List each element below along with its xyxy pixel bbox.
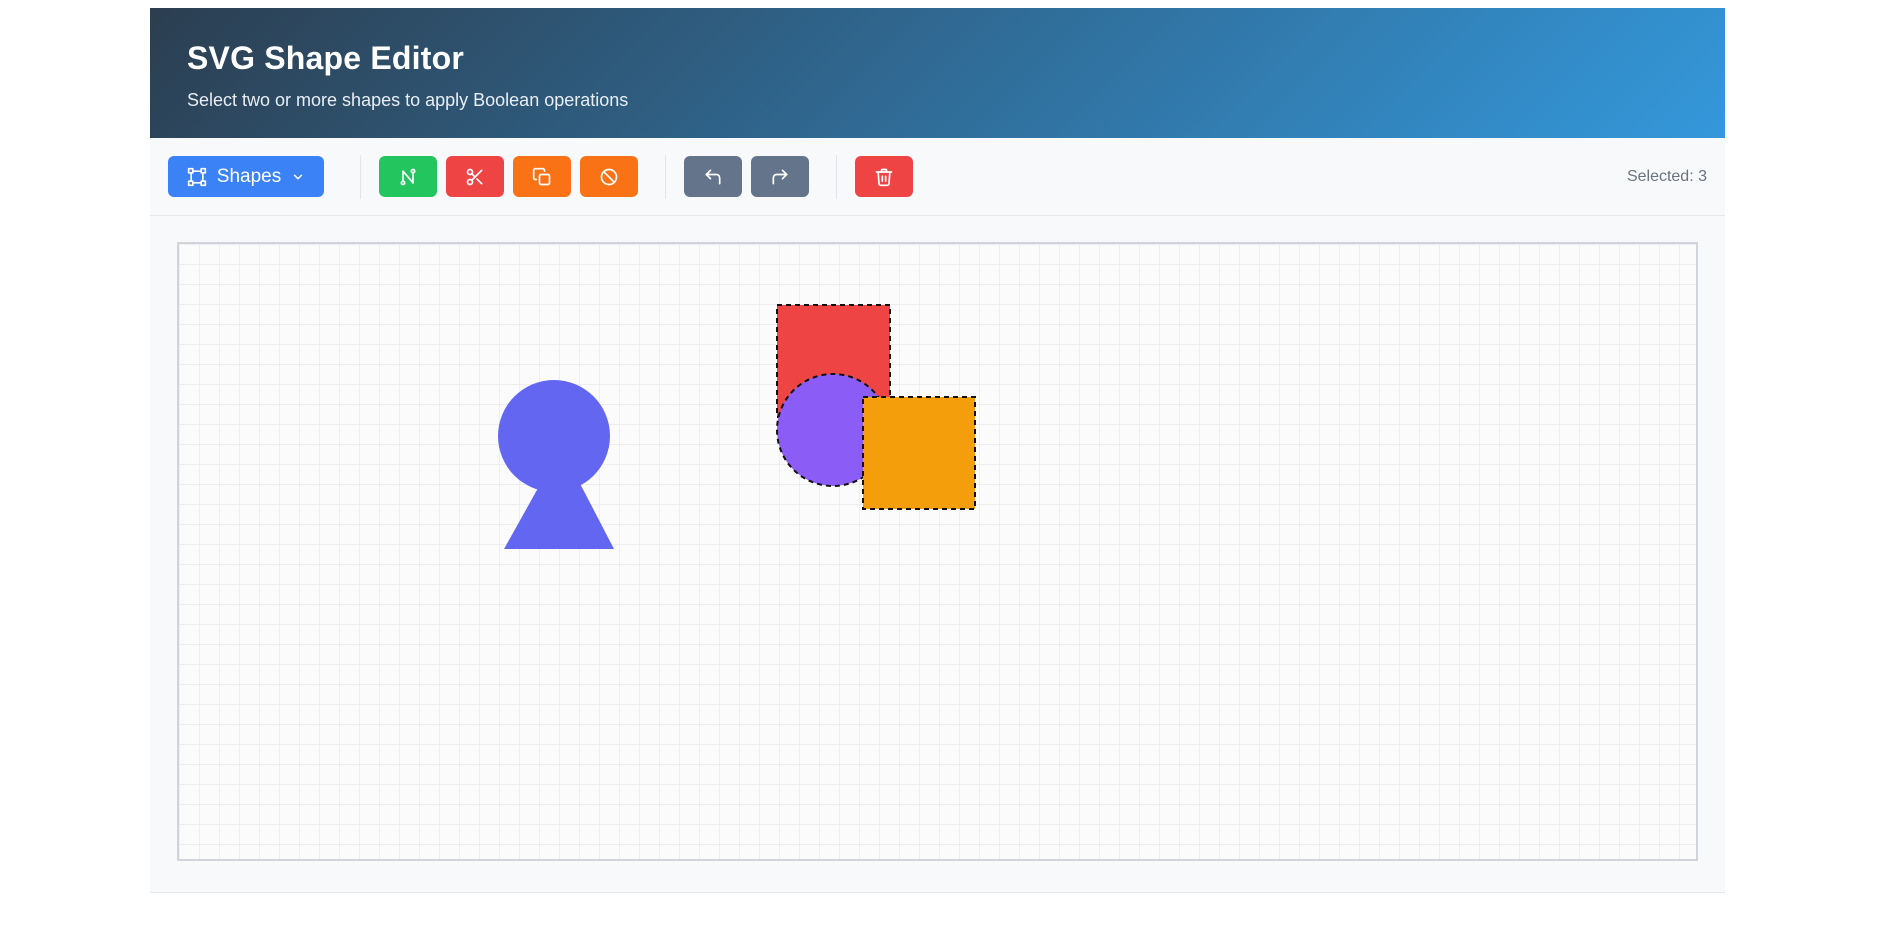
circle-slash-icon	[600, 168, 618, 185]
orange-rect-shape[interactable]	[862, 396, 976, 510]
scissors-icon	[466, 168, 483, 185]
drawing-canvas[interactable]	[177, 242, 1698, 861]
delete-button[interactable]	[855, 156, 913, 197]
redo-icon	[772, 169, 788, 184]
shapes-label: Shapes	[216, 165, 282, 187]
selection-status: Selected: 3	[1626, 167, 1707, 185]
header: SVG Shape Editor Select two or more shap…	[150, 8, 1725, 138]
exclude-button[interactable]	[580, 156, 638, 197]
shape-square-icon	[187, 167, 206, 186]
undo-icon	[705, 169, 721, 184]
shapes-dropdown-button[interactable]: Shapes	[168, 156, 324, 197]
intersect-button[interactable]	[513, 156, 571, 197]
chevron-down-icon	[293, 174, 303, 179]
page-title: SVG Shape Editor	[187, 40, 465, 76]
union-path-icon	[400, 168, 416, 185]
toolbar: Shapes Selected: 3	[150, 138, 1725, 216]
page-subtitle: Select two or more shapes to apply Boole…	[187, 90, 629, 110]
subtract-button[interactable]	[446, 156, 504, 197]
toolbar-divider	[836, 154, 837, 199]
redo-button[interactable]	[751, 156, 809, 197]
toolbar-divider	[665, 154, 666, 199]
trash-icon	[875, 168, 893, 186]
toolbar-divider	[360, 154, 361, 199]
editor-app: SVG Shape Editor Select two or more shap…	[150, 8, 1725, 893]
union-button[interactable]	[379, 156, 437, 197]
copy-icon	[532, 167, 551, 185]
undo-button[interactable]	[684, 156, 742, 197]
canvas-svg[interactable]	[179, 244, 1696, 859]
